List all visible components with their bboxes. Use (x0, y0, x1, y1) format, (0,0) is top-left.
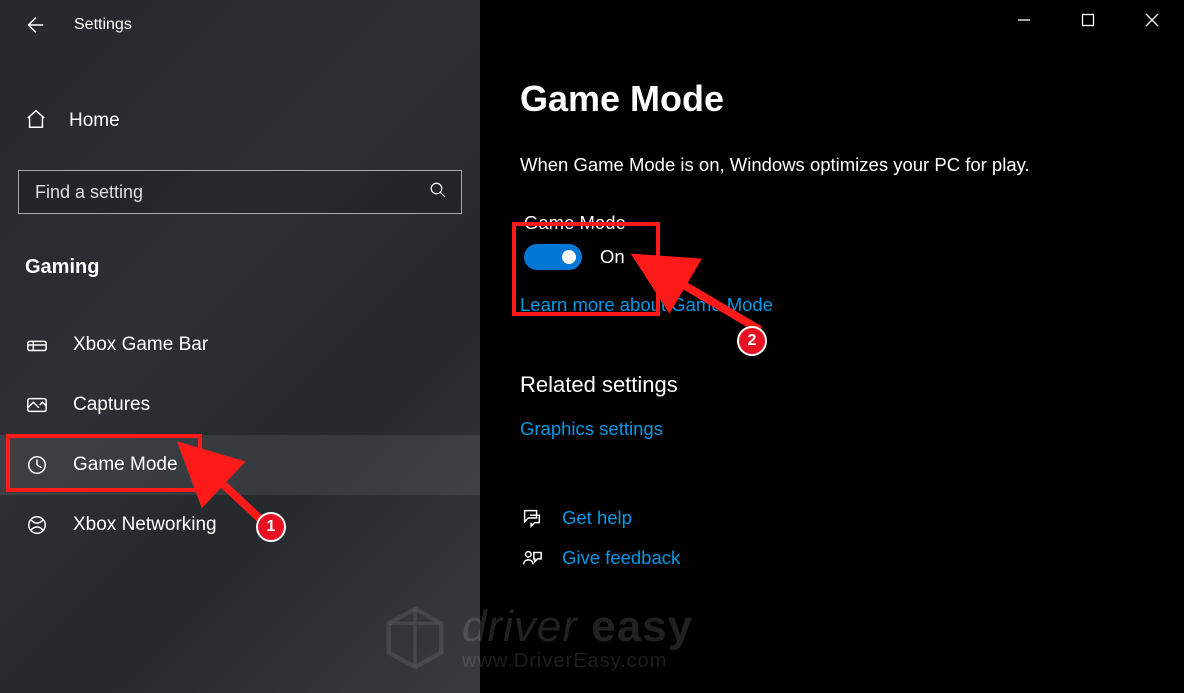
related-settings-title: Related settings (520, 372, 1184, 398)
game-mode-toggle[interactable] (524, 244, 582, 270)
toggle-label: Game Mode (524, 212, 626, 234)
page-title: Game Mode (520, 78, 1184, 120)
graphics-settings-link[interactable]: Graphics settings (520, 418, 663, 440)
sidebar-item-label: Game Mode (73, 454, 178, 476)
window-title: Settings (74, 16, 132, 34)
gamemode-icon (25, 453, 49, 477)
sidebar-item-captures[interactable]: Captures (0, 375, 480, 435)
search-input[interactable] (35, 182, 429, 203)
sidebar-item-label: Xbox Networking (73, 514, 217, 536)
annotation-badge-1: 1 (256, 512, 286, 542)
annotation-badge-2: 2 (737, 326, 767, 356)
settings-sidebar: Settings Home Gaming Xbox Game Bar (0, 0, 480, 693)
give-feedback-row[interactable]: Give feedback (520, 538, 1184, 578)
toggle-state-text: On (600, 246, 625, 268)
search-icon (429, 181, 447, 204)
xbox-gamebar-icon (25, 333, 49, 357)
sidebar-item-xbox-gamebar[interactable]: Xbox Game Bar (0, 315, 480, 375)
sidebar-item-label: Captures (73, 394, 150, 416)
sidebar-home-label: Home (69, 110, 120, 132)
close-button[interactable] (1120, 0, 1184, 40)
get-help-link: Get help (562, 507, 632, 529)
sidebar-home[interactable]: Home (0, 96, 480, 146)
sidebar-section-title: Gaming (0, 256, 480, 279)
main-content: Game Mode When Game Mode is on, Windows … (480, 0, 1184, 693)
captures-icon (25, 393, 49, 417)
search-box[interactable] (18, 170, 462, 214)
game-mode-toggle-block: Game Mode On (520, 210, 632, 276)
sidebar-item-label: Xbox Game Bar (73, 334, 208, 356)
maximize-button[interactable] (1056, 0, 1120, 40)
feedback-icon (520, 546, 544, 570)
window-controls (992, 0, 1184, 40)
home-icon (25, 108, 47, 135)
help-chat-icon (520, 506, 544, 530)
get-help-row[interactable]: Get help (520, 498, 1184, 538)
xbox-network-icon (25, 513, 49, 537)
minimize-button[interactable] (992, 0, 1056, 40)
back-button[interactable] (22, 13, 46, 37)
give-feedback-link: Give feedback (562, 547, 680, 569)
page-description: When Game Mode is on, Windows optimizes … (520, 154, 1184, 176)
